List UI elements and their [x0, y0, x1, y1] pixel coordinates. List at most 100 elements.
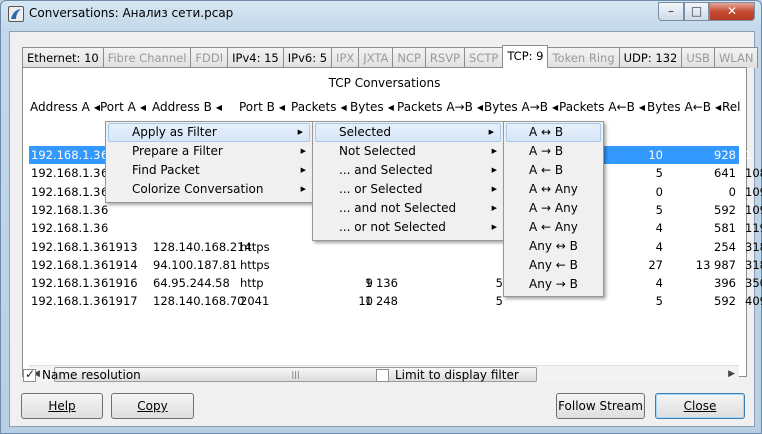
tab-token-ring[interactable]: Token Ring [547, 47, 620, 68]
tab-ipx[interactable]: IPX [331, 47, 360, 68]
tab-ipv6[interactable]: IPv6: 5 [282, 47, 333, 68]
table-row[interactable]: 192.168.1.3 61917 128.140.168.70 2041 10 1 24… [29, 292, 762, 310]
menu-item-a-any[interactable]: A → Any [504, 199, 603, 218]
follow-stream-button[interactable]: Follow Stream [556, 393, 645, 419]
column-header[interactable]: Bytes A→B ◀ [484, 97, 558, 117]
submenu-arrow-icon: ▶ [491, 166, 497, 174]
cell-rel: 350 [745, 276, 762, 291]
tab-wlan[interactable]: WLAN [713, 47, 759, 68]
help-button[interactable]: Help [21, 393, 103, 419]
menu-item-a-b[interactable]: A ← B [504, 161, 603, 180]
menu-item-prepare-a-filter[interactable]: Prepare a Filter ▶ [106, 142, 312, 161]
table-row[interactable]: 192.168.1.3 61914 94.100.187.81 https 27 13 9… [29, 256, 762, 274]
column-header[interactable]: Address A ◀ [30, 97, 100, 117]
cell-addr-a: 192.168.1.3 [31, 239, 101, 254]
help-button-label: Help [48, 399, 76, 413]
menu-item-a-any[interactable]: A ← Any [504, 218, 603, 237]
menu-item-or-not-selected[interactable]: ... or not Selected ▶ [313, 218, 503, 237]
tab-ethernet[interactable]: Ethernet: 10 [22, 47, 104, 68]
scroll-right-icon[interactable]: ▶ [728, 369, 735, 379]
tab-usb[interactable]: USB [681, 47, 715, 68]
limit-to-display-filter-checkbox[interactable] [376, 369, 389, 382]
column-header-label: Bytes A←B [647, 100, 711, 114]
cell-port-a: 61913 [101, 239, 138, 254]
cell-port-a: 6 [101, 202, 109, 217]
column-header[interactable]: Packets ◀ [291, 97, 347, 117]
name-resolution-checkbox[interactable]: ✓ [23, 367, 36, 382]
column-header[interactable]: Rel [722, 97, 741, 117]
cell-pkts-ba: 5 [655, 294, 663, 309]
menu-item-or-selected[interactable]: ... or Selected ▶ [313, 180, 503, 199]
tab-ncp[interactable]: NCP [392, 47, 426, 68]
column-header[interactable]: Address B ◀ [152, 97, 222, 117]
cell-bytes: 1 136 [365, 276, 398, 291]
cell-pkts-ba: 10 [648, 148, 663, 162]
cell-pkts-ba: 4 [655, 276, 663, 291]
menu-item-a-b[interactable]: A → B [504, 142, 603, 161]
cell-bytes-ba: 13 987 [695, 257, 736, 272]
tab-fddi[interactable]: FDDI [190, 47, 229, 68]
limit-to-display-filter-label[interactable]: Limit to display filter [395, 368, 519, 382]
panel-title: TCP Conversations [328, 76, 441, 90]
menu-item-selected[interactable]: Selected ▶ [315, 123, 501, 142]
protocol-tab-bar: Ethernet: 10 Fibre Channel FDDI IPv4: 15 IPv… [22, 45, 759, 68]
menu-item-label: Prepare a Filter [132, 144, 223, 158]
column-header-label: Bytes A→B [484, 100, 548, 114]
table-header: Address A ◀ Port A ◀ Address B ◀ Port B ◀ Packet… [30, 97, 741, 117]
cell-pkts-ba: 27 [648, 257, 663, 272]
cell-pkts-ab: 5 [495, 294, 503, 309]
menu-item-and-not-selected[interactable]: ... and not Selected ▶ [313, 199, 503, 218]
cell-pkts-ba: 5 [655, 202, 663, 217]
table-row[interactable]: 192.168.1.3 61916 64.95.244.58 http 9 1 136 5 4… [29, 274, 762, 292]
menu-item-colorize-conversation[interactable]: Colorize Conversation ▶ [106, 180, 312, 199]
column-header[interactable]: Bytes A←B ◀ [647, 97, 721, 117]
maximize-button[interactable]: □ [684, 2, 709, 21]
column-resize-icon: ◀ [340, 103, 347, 112]
cell-addr-a: 192.168.1.3 [31, 294, 101, 309]
cell-rel: 1 [745, 148, 753, 162]
cell-addr-a: 192.168.1.3 [31, 202, 101, 217]
cell-bytes: 1 248 [365, 294, 398, 309]
tab-tcp[interactable]: TCP: 9 [502, 45, 549, 68]
tab-udp[interactable]: UDP: 132 [618, 47, 683, 68]
menu-item-any-b[interactable]: Any → B [504, 275, 603, 294]
menu-item-any-b[interactable]: Any ← B [504, 256, 603, 275]
menu-item-and-selected[interactable]: ... and Selected ▶ [313, 161, 503, 180]
cell-port-a: 61916 [101, 276, 138, 291]
column-header[interactable]: Packets A←B ◀ [559, 97, 645, 117]
window-close-button[interactable]: ✕ [709, 2, 755, 21]
tab-rsvp[interactable]: RSVP [424, 47, 466, 68]
menu-item-label: A ← Any [529, 220, 578, 234]
wireshark-fin-icon [8, 6, 24, 22]
column-resize-icon: ◀ [551, 103, 559, 112]
column-header-label: Port A [100, 100, 136, 114]
tab-jxta[interactable]: JXTA [358, 47, 394, 68]
tab-sctp[interactable]: SCTP [464, 47, 504, 68]
menu-item-label: Selected [339, 125, 392, 139]
column-header[interactable]: Packets A→B ◀ [397, 97, 483, 117]
column-header-label: Address B [152, 100, 212, 114]
cell-addr-b: 128.140.168.214 [153, 239, 252, 254]
menu-item-a-b[interactable]: A ↔ B [506, 123, 601, 142]
cell-port-b: 2041 [240, 294, 270, 309]
minimize-button[interactable]: – [658, 2, 684, 21]
menu-item-label: A ↔ B [529, 125, 564, 139]
menu-item-label: Apply as Filter [132, 125, 217, 139]
name-resolution-label[interactable]: Name resolution [42, 368, 141, 382]
column-header[interactable]: Port B ◀ [239, 97, 285, 117]
close-button[interactable]: Close [655, 393, 745, 419]
tab-ipv4[interactable]: IPv4: 15 [227, 47, 284, 68]
column-header[interactable]: Port A ◀ [100, 97, 146, 117]
copy-button[interactable]: Copy [111, 393, 194, 419]
column-header-label: Packets A←B [559, 100, 635, 114]
tab-fibre-channel[interactable]: Fibre Channel [102, 47, 192, 68]
menu-item-apply-as-filter[interactable]: Apply as Filter ▶ [108, 123, 310, 142]
menu-item-find-packet[interactable]: Find Packet ▶ [106, 161, 312, 180]
column-header[interactable]: Bytes ◀ [350, 97, 394, 117]
context-menu: Apply as Filter ▶ Prepare a Filter ▶ Find Pa… [105, 121, 313, 203]
menu-item-not-selected[interactable]: Not Selected ▶ [313, 142, 503, 161]
cell-addr-a: 192.168.1.3 [31, 166, 101, 181]
menu-item-label: ... and not Selected [339, 201, 457, 215]
menu-item-a-any[interactable]: A ↔ Any [504, 180, 603, 199]
menu-item-any-b[interactable]: Any ↔ B [504, 237, 603, 256]
